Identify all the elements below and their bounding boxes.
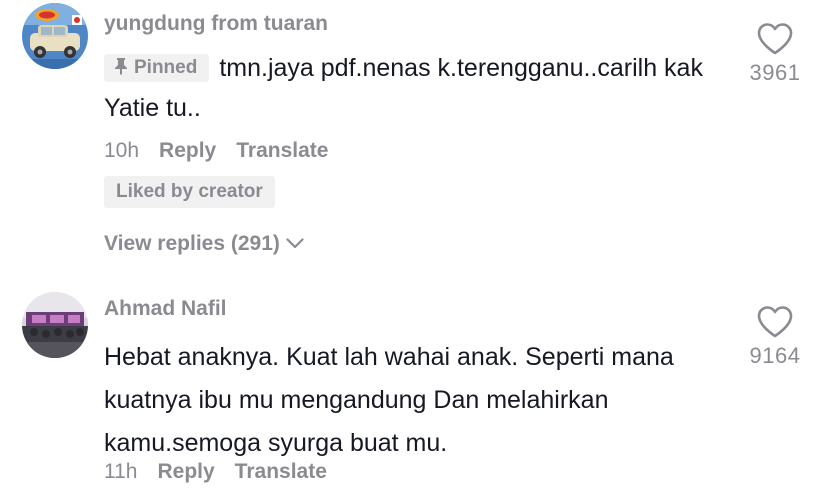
translate-button[interactable]: Translate xyxy=(235,460,327,483)
timestamp: 10h xyxy=(104,139,140,162)
comment-item: Ahmad Nafil Hebat anaknya. Kuat lah waha… xyxy=(0,285,828,501)
comment-text: Hebat anaknya. Kuat lah wahai anak. Sepe… xyxy=(104,343,674,457)
avatar[interactable] xyxy=(22,292,88,358)
pinned-badge: Pinned xyxy=(104,54,210,83)
comment-body: Pinned tmn.jaya pdf.nenas k.terengganu..c… xyxy=(104,48,704,128)
chevron-down-icon xyxy=(286,231,304,255)
pinned-label: Pinned xyxy=(134,57,198,78)
username[interactable]: yungdung from tuaran xyxy=(104,12,328,36)
username[interactable]: Ahmad Nafil xyxy=(104,297,227,321)
like-count: 9164 xyxy=(749,343,801,368)
comment-item: yungdung from tuaran Pinned tmn.jaya pdf.… xyxy=(0,0,828,285)
toy-car-avatar-icon xyxy=(22,3,88,69)
avatar[interactable] xyxy=(22,3,88,69)
like-column: 9164 xyxy=(742,305,808,369)
comments-list: yungdung from tuaran Pinned tmn.jaya pdf.… xyxy=(0,0,828,501)
heart-outline-icon[interactable] xyxy=(756,22,794,56)
comment-body: Hebat anaknya. Kuat lah wahai anak. Sepe… xyxy=(104,336,704,465)
event-hall-avatar-icon xyxy=(22,292,88,358)
pin-icon xyxy=(114,56,128,83)
like-column: 3961 xyxy=(742,22,808,86)
comment-meta: 10h Reply Translate xyxy=(104,139,348,163)
reply-button[interactable]: Reply xyxy=(157,460,214,483)
timestamp: 11h xyxy=(104,460,138,483)
comment-meta: 11h Reply Translate xyxy=(104,460,347,484)
view-replies-button[interactable]: View replies (291) xyxy=(104,231,304,256)
view-replies-label: View replies (291) xyxy=(104,232,280,255)
reply-button[interactable]: Reply xyxy=(159,139,216,162)
translate-button[interactable]: Translate xyxy=(236,139,328,162)
like-count: 3961 xyxy=(749,60,801,85)
liked-by-creator-badge: Liked by creator xyxy=(104,176,275,208)
heart-outline-icon[interactable] xyxy=(756,305,794,339)
